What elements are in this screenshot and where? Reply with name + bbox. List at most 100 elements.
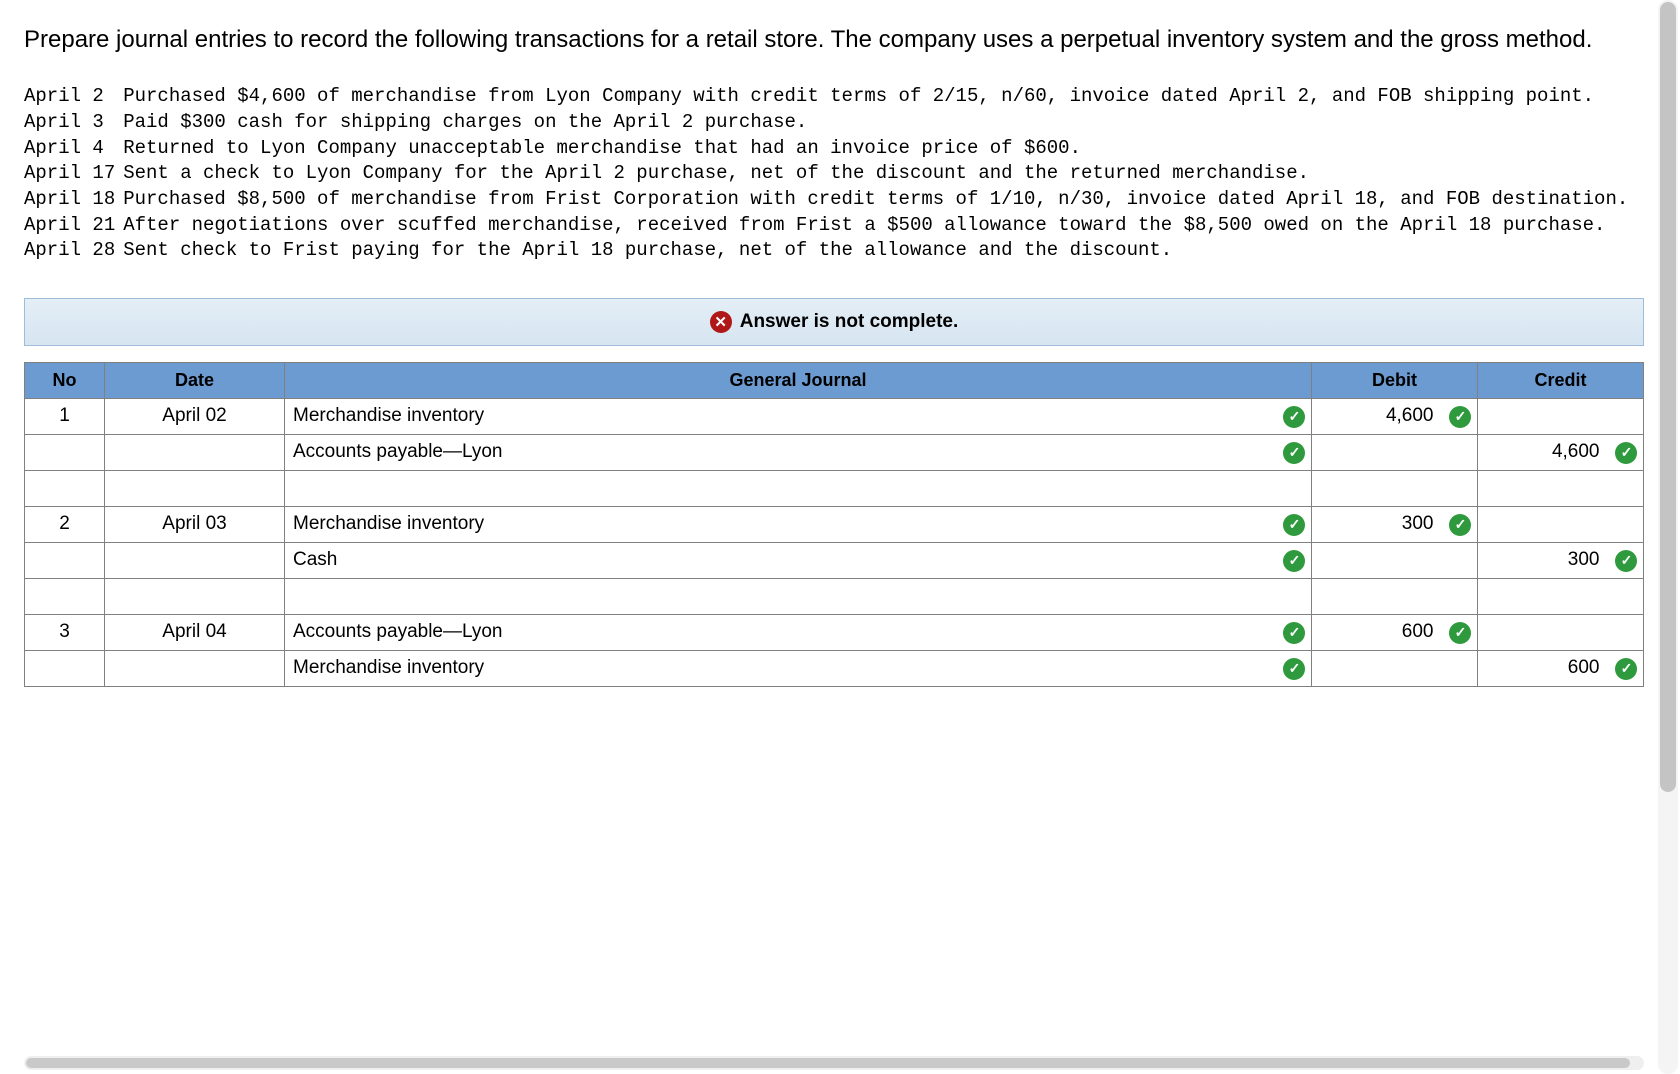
transaction-row: April 21After negotiations over scuffed … xyxy=(24,213,1632,239)
cell-debit[interactable] xyxy=(1311,542,1441,578)
header-general-journal: General Journal xyxy=(285,362,1312,398)
transaction-text: Purchased $8,500 of merchandise from Fri… xyxy=(123,187,1632,213)
journal-body: 1April 02Merchandise inventory✓4,600✓Acc… xyxy=(25,398,1644,686)
check-icon: ✓ xyxy=(1283,442,1305,464)
horizontal-scrollbar[interactable] xyxy=(24,1056,1644,1070)
cell-debit[interactable]: 600 xyxy=(1311,614,1441,650)
cell-account[interactable] xyxy=(285,470,1276,506)
cell-date[interactable]: April 04 xyxy=(105,614,285,650)
cell-account-status: ✓ xyxy=(1275,542,1311,578)
cell-account-status: ✓ xyxy=(1275,434,1311,470)
cell-debit-status xyxy=(1441,542,1477,578)
cell-date[interactable]: April 02 xyxy=(105,398,285,434)
cell-debit-status: ✓ xyxy=(1441,506,1477,542)
cell-no[interactable]: 2 xyxy=(25,506,105,542)
cell-account[interactable]: Accounts payable—Lyon xyxy=(285,614,1276,650)
journal-table: No Date General Journal Debit Credit 1Ap… xyxy=(24,362,1644,687)
cell-no[interactable] xyxy=(25,542,105,578)
cell-no[interactable] xyxy=(25,434,105,470)
status-banner: ✕ Answer is not complete. xyxy=(24,298,1644,346)
transaction-row: April 2Purchased $4,600 of merchandise f… xyxy=(24,84,1632,110)
cell-debit-status xyxy=(1441,578,1477,614)
cell-account-status: ✓ xyxy=(1275,650,1311,686)
transaction-text: Sent check to Frist paying for the April… xyxy=(123,238,1632,264)
cell-date[interactable] xyxy=(105,578,285,614)
check-icon: ✓ xyxy=(1283,514,1305,536)
cell-credit[interactable]: 4,600 xyxy=(1477,434,1607,470)
cell-date[interactable] xyxy=(105,650,285,686)
cell-credit-status xyxy=(1607,578,1643,614)
check-icon: ✓ xyxy=(1283,406,1305,428)
cell-credit[interactable] xyxy=(1477,506,1607,542)
cell-account[interactable]: Accounts payable—Lyon xyxy=(285,434,1276,470)
cell-no[interactable] xyxy=(25,470,105,506)
transaction-date: April 17 xyxy=(24,161,123,187)
transactions-list: April 2Purchased $4,600 of merchandise f… xyxy=(24,84,1632,263)
cell-account[interactable]: Merchandise inventory xyxy=(285,650,1276,686)
cell-credit-status: ✓ xyxy=(1607,650,1643,686)
transaction-text: After negotiations over scuffed merchand… xyxy=(123,213,1632,239)
cell-credit[interactable] xyxy=(1477,470,1607,506)
check-icon: ✓ xyxy=(1283,658,1305,680)
journal-row: 3April 04Accounts payable—Lyon ✓ 600 ✓ xyxy=(25,614,1644,650)
transaction-row: April 3Paid $300 cash for shipping charg… xyxy=(24,110,1632,136)
vertical-scrollbar[interactable] xyxy=(1658,0,1678,1074)
cell-credit-status xyxy=(1607,614,1643,650)
check-icon: ✓ xyxy=(1615,658,1637,680)
cell-credit[interactable]: 600 xyxy=(1477,650,1607,686)
header-no: No xyxy=(25,362,105,398)
transaction-date: April 4 xyxy=(24,136,123,162)
cell-no[interactable] xyxy=(25,650,105,686)
header-credit: Credit xyxy=(1477,362,1643,398)
cell-account[interactable]: Merchandise inventory xyxy=(285,506,1276,542)
cell-credit-status xyxy=(1607,398,1643,434)
cell-date[interactable] xyxy=(105,434,285,470)
cell-credit[interactable]: 300 xyxy=(1477,542,1607,578)
cell-debit[interactable] xyxy=(1311,470,1441,506)
cell-debit-status xyxy=(1441,434,1477,470)
cell-debit[interactable] xyxy=(1311,650,1441,686)
cell-debit-status xyxy=(1441,470,1477,506)
cell-credit[interactable] xyxy=(1477,578,1607,614)
cell-account-status: ✓ xyxy=(1275,614,1311,650)
journal-row xyxy=(25,470,1644,506)
cell-no[interactable]: 1 xyxy=(25,398,105,434)
cell-debit-status: ✓ xyxy=(1441,614,1477,650)
header-date: Date xyxy=(105,362,285,398)
cell-credit-status: ✓ xyxy=(1607,434,1643,470)
journal-header-row: No Date General Journal Debit Credit xyxy=(25,362,1644,398)
transaction-date: April 2 xyxy=(24,84,123,110)
cell-credit-status xyxy=(1607,470,1643,506)
cell-debit[interactable]: 4,600 xyxy=(1311,398,1441,434)
cell-credit[interactable] xyxy=(1477,398,1607,434)
journal-row: Merchandise inventory ✓ 600 ✓ xyxy=(25,650,1644,686)
cell-debit[interactable] xyxy=(1311,434,1441,470)
cell-debit[interactable]: 300 xyxy=(1311,506,1441,542)
error-icon: ✕ xyxy=(710,311,732,333)
transaction-date: April 21 xyxy=(24,213,123,239)
check-icon: ✓ xyxy=(1615,442,1637,464)
check-icon: ✓ xyxy=(1283,622,1305,644)
cell-account[interactable]: Merchandise inventory xyxy=(285,398,1276,434)
cell-no[interactable]: 3 xyxy=(25,614,105,650)
vertical-scrollbar-thumb[interactable] xyxy=(1660,2,1676,792)
cell-debit[interactable] xyxy=(1311,578,1441,614)
cell-no[interactable] xyxy=(25,578,105,614)
cell-credit[interactable] xyxy=(1477,614,1607,650)
horizontal-scrollbar-thumb[interactable] xyxy=(26,1058,1630,1068)
transaction-date: April 3 xyxy=(24,110,123,136)
cell-date[interactable] xyxy=(105,470,285,506)
status-banner-text: Answer is not complete. xyxy=(740,311,959,333)
check-icon: ✓ xyxy=(1449,514,1471,536)
transaction-row: April 18Purchased $8,500 of merchandise … xyxy=(24,187,1632,213)
cell-date[interactable] xyxy=(105,542,285,578)
cell-date[interactable]: April 03 xyxy=(105,506,285,542)
journal-row: Accounts payable—Lyon ✓ 4,600 ✓ xyxy=(25,434,1644,470)
journal-row: Cash✓300✓ xyxy=(25,542,1644,578)
check-icon: ✓ xyxy=(1449,622,1471,644)
cell-account[interactable]: Cash xyxy=(285,542,1276,578)
transaction-text: Paid $300 cash for shipping charges on t… xyxy=(123,110,1632,136)
cell-account-status xyxy=(1275,578,1311,614)
transaction-row: April 17Sent a check to Lyon Company for… xyxy=(24,161,1632,187)
cell-account[interactable] xyxy=(285,578,1276,614)
